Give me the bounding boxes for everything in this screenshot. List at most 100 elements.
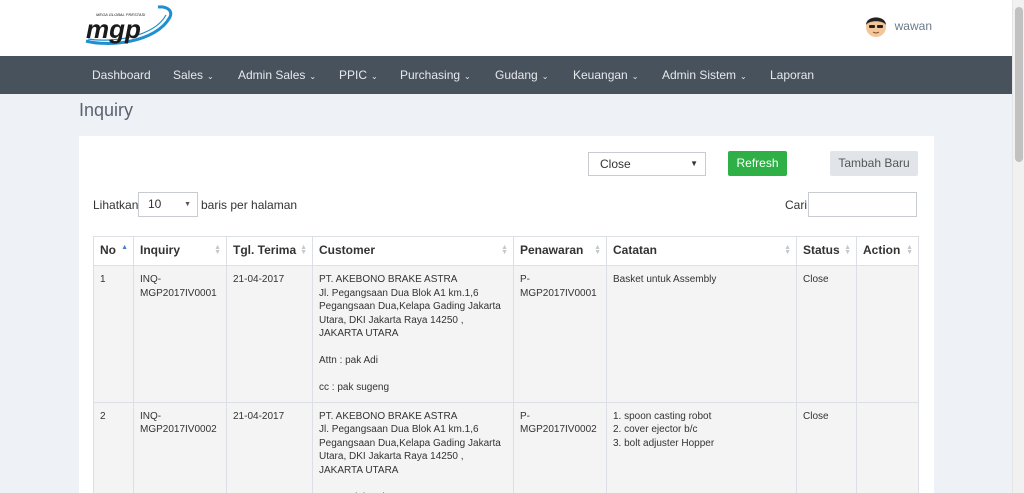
chevron-down-icon: ⌄ <box>631 72 639 81</box>
per-page-select[interactable]: 10 ▼ <box>138 192 198 217</box>
chevron-down-icon: ⌄ <box>541 72 549 81</box>
column-header-inquiry[interactable]: Inquiry ▲ ▼ <box>133 236 227 266</box>
sort-icon: ▲ ▼ <box>214 244 221 256</box>
cell-catatan: Basket untuk Assembly <box>606 265 797 403</box>
customer-address: Jl. Pegangsaan Dua Blok A1 km.1,6 Pegang… <box>319 287 501 340</box>
page-title: Inquiry <box>79 100 134 120</box>
nav-item-keuangan[interactable]: Keuangan ⌄ <box>573 56 638 94</box>
nav-item-label: Sales <box>173 68 204 82</box>
column-header-no[interactable]: No ▲ <box>93 236 134 266</box>
column-header-label: Inquiry <box>140 243 181 257</box>
show-entries-label: Lihatkan <box>93 198 139 212</box>
status-filter-select[interactable]: Close ▼ <box>588 152 706 176</box>
search-input[interactable] <box>808 192 917 217</box>
top-header: mgp MEGA GLOBAL PRESTASI wawan <box>0 0 1012 56</box>
cell-status: Close <box>796 265 857 403</box>
chevron-down-icon: ⌄ <box>309 72 317 81</box>
nav-item-ppic[interactable]: PPIC ⌄ <box>339 56 378 94</box>
user-name: wawan <box>894 19 932 33</box>
refresh-button[interactable]: Refresh <box>728 151 787 176</box>
table-row[interactable]: 1 INQ-MGP2017IV0001 21-04-2017 PT. AKEBONO … <box>93 265 919 403</box>
nav-item-sales[interactable]: Sales ⌄ <box>173 56 214 94</box>
column-header-customer[interactable]: Customer ▲ ▼ <box>312 236 514 266</box>
nav-item-label: Keuangan <box>573 68 628 82</box>
customer-attn: Attn : pak Adi <box>319 355 378 366</box>
column-header-label: No <box>100 243 116 257</box>
sort-icon: ▲ ▼ <box>844 244 851 256</box>
nav-item-admin-sales[interactable]: Admin Sales ⌄ <box>238 56 316 94</box>
sort-icon: ▲ ▼ <box>300 244 307 256</box>
chevron-down-icon: ⌄ <box>207 72 214 81</box>
customer-cc: cc : pak sugeng <box>319 382 390 393</box>
sort-icon: ▲ ▼ <box>594 244 601 256</box>
table-header-row: No ▲ Inquiry ▲ ▼ Tgl. Terima ▲ ▼ Customer ▲ ▼ Penaw… <box>93 236 919 266</box>
column-header-action[interactable]: Action ▲ ▼ <box>856 236 919 266</box>
sort-icon: ▲ ▼ <box>784 244 791 256</box>
nav-item-label: Admin Sistem <box>662 68 737 82</box>
logo-tagline: MEGA GLOBAL PRESTASI <box>96 12 146 17</box>
per-page-suffix: baris per halaman <box>201 198 298 212</box>
chevron-down-icon: ⌄ <box>371 72 378 81</box>
mgp-logo[interactable]: mgp MEGA GLOBAL PRESTASI <box>78 3 174 51</box>
avatar <box>865 17 886 37</box>
per-page-value: 10 <box>148 197 162 211</box>
column-header-label: Customer <box>319 243 376 257</box>
dropdown-arrow-icon: ▼ <box>184 201 191 208</box>
nav-item-gudang[interactable]: Gudang ⌄ <box>495 56 548 94</box>
nav-item-label: PPIC <box>339 68 368 82</box>
catatan-line: 3. bolt adjuster Hopper <box>613 437 715 449</box>
dropdown-arrow-icon: ▼ <box>690 159 698 168</box>
cell-catatan: 1. spoon casting robot 2. cover ejector b… <box>606 401 797 493</box>
customer-address: Jl. Pegangsaan Dua Blok A1 km.1,6 Pegang… <box>319 424 501 476</box>
nav-item-admin-sistem[interactable]: Admin Sistem ⌄ <box>662 56 747 94</box>
scrollbar-thumb[interactable] <box>1015 7 1023 162</box>
cell-action[interactable] <box>856 401 919 493</box>
nav-item-dashboard[interactable]: Dashboard <box>92 56 151 94</box>
cell-customer: PT. AKEBONO BRAKE ASTRA Jl. Pegangsaan Du… <box>312 401 514 493</box>
nav-item-purchasing[interactable]: Purchasing ⌄ <box>400 56 471 94</box>
cell-no: 2 <box>93 401 134 493</box>
nav-item-label: Dashboard <box>92 68 151 82</box>
cell-penawaran: P-MGP2017IV0002 <box>513 401 607 493</box>
nav-item-label: Purchasing <box>400 68 461 82</box>
add-new-button[interactable]: Tambah Baru <box>830 151 918 176</box>
column-header-catatan[interactable]: Catatan ▲ ▼ <box>606 236 797 266</box>
chevron-down-icon: ⌄ <box>740 72 747 81</box>
sort-icon: ▲ ▼ <box>906 244 913 256</box>
logo-text: mgp <box>86 14 141 44</box>
page-scrollbar[interactable] <box>1012 0 1024 493</box>
column-header-label: Action <box>863 243 901 257</box>
chevron-down-icon: ⌄ <box>464 72 471 81</box>
column-header-label: Penawaran <box>520 243 584 257</box>
column-header-label: Tgl. Terima <box>233 243 297 257</box>
cell-tgl-terima: 21-04-2017 <box>226 265 313 403</box>
inquiry-table: No ▲ Inquiry ▲ ▼ Tgl. Terima ▲ ▼ Customer ▲ ▼ Penaw… <box>93 236 919 493</box>
sort-icon: ▲ ▼ <box>501 244 508 256</box>
sort-icon: ▲ <box>121 244 128 251</box>
cell-inquiry: INQ-MGP2017IV0001 <box>133 265 227 403</box>
cell-status: Close <box>796 401 857 493</box>
catatan-line: 1. spoon casting robot <box>613 410 712 422</box>
user-menu[interactable]: wawan <box>863 13 932 39</box>
column-header-tgl-terima[interactable]: Tgl. Terima ▲ ▼ <box>226 236 313 266</box>
nav-item-label: Admin Sales <box>238 68 306 82</box>
column-header-status[interactable]: Status ▲ ▼ <box>796 236 857 266</box>
cell-customer: PT. AKEBONO BRAKE ASTRA Jl. Pegangsaan Du… <box>312 265 514 403</box>
customer-name: PT. AKEBONO BRAKE ASTRA <box>319 410 458 422</box>
nav-item-laporan[interactable]: Laporan <box>770 56 814 94</box>
column-header-label: Status <box>803 243 840 257</box>
cell-no: 1 <box>93 265 134 403</box>
catatan-line: Basket untuk Assembly <box>613 274 717 285</box>
catatan-line: 2. cover ejector b/c <box>613 424 698 435</box>
table-row[interactable]: 2 INQ-MGP2017IV0002 21-04-2017 PT. AKEBONO … <box>93 401 919 493</box>
customer-name: PT. AKEBONO BRAKE ASTRA <box>319 274 458 285</box>
cell-tgl-terima: 21-04-2017 <box>226 401 313 493</box>
main-navbar: Dashboard Sales ⌄ Admin Sales ⌄ PPIC ⌄ Purchasi… <box>0 56 1012 94</box>
column-header-label: Catatan <box>613 243 658 257</box>
nav-item-label: Gudang <box>495 68 538 82</box>
cell-action[interactable] <box>856 265 919 403</box>
cell-inquiry: INQ-MGP2017IV0002 <box>133 401 227 493</box>
nav-item-label: Laporan <box>770 68 815 82</box>
cell-penawaran: P-MGP2017IV0001 <box>513 265 607 403</box>
column-header-penawaran[interactable]: Penawaran ▲ ▼ <box>513 236 607 266</box>
